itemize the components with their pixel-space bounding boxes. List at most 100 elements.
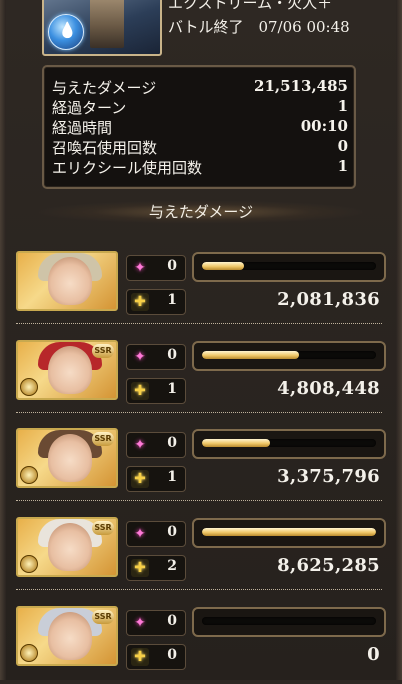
stat-row-time: 経過時間 00:10 [52, 117, 348, 137]
row-divider [16, 323, 382, 324]
character-face [48, 434, 92, 482]
damage-section-header: 与えたダメージ [30, 200, 372, 224]
damage-bar-fill [202, 528, 376, 536]
rank-icon [20, 466, 38, 484]
left-border [0, 0, 6, 680]
ougi-count: 0 [167, 258, 177, 274]
row-divider [16, 500, 382, 501]
character-portrait[interactable]: SSR [16, 428, 118, 488]
ability-icon: ✚ [131, 648, 149, 666]
stat-label: 経過ターン [52, 99, 127, 117]
character-row[interactable]: SSR ✦ 0 ✚ 2 8,625,285 [16, 517, 388, 595]
stat-row-turns: 経過ターン 1 [52, 97, 348, 117]
damage-bar [192, 252, 386, 282]
stat-value: 0 [337, 137, 348, 155]
ability-counter: ✚ 1 [126, 378, 186, 404]
character-portrait[interactable]: SSR [16, 517, 118, 577]
rank-icon [20, 378, 38, 396]
sparkle-icon: ✦ [134, 526, 146, 542]
ougi-count: 0 [167, 347, 177, 363]
water-element-icon [48, 14, 84, 50]
character-face [48, 523, 92, 571]
stat-label: エリクシール使用回数 [52, 159, 203, 177]
row-divider [16, 412, 382, 413]
ougi-counter: ✦ 0 [126, 255, 186, 281]
character-portrait[interactable]: SSR [16, 606, 118, 666]
rank-icon [20, 555, 38, 573]
sparkle-icon: ✦ [134, 260, 146, 276]
stat-label: 経過時間 [52, 119, 113, 137]
ability-icon: ✚ [131, 382, 149, 400]
stat-row-elixirs: エリクシール使用回数 1 [52, 157, 348, 177]
ougi-counter: ✦ 0 [126, 610, 186, 636]
damage-bar [192, 341, 386, 371]
ssr-badge: SSR [92, 610, 114, 624]
character-face [48, 612, 92, 660]
quest-thumbnail [42, 0, 162, 56]
ssr-badge: SSR [92, 521, 114, 535]
ougi-counter: ✦ 0 [126, 344, 186, 370]
damage-value: 8,625,285 [277, 555, 380, 576]
quest-boss-figure [90, 0, 124, 48]
ability-counter: ✚ 0 [126, 644, 186, 670]
character-row[interactable]: SSR ✦ 0 ✚ 0 0 [16, 606, 388, 684]
character-row[interactable]: ✦ 0 ✚ 1 2,081,836 [16, 251, 388, 329]
damage-bar-track [202, 439, 376, 447]
ability-counter: ✚ 1 [126, 289, 186, 315]
sparkle-icon: ✦ [134, 349, 146, 365]
stat-label: 召喚石使用回数 [52, 139, 158, 157]
rank-icon [20, 644, 38, 662]
ougi-counter: ✦ 0 [126, 432, 186, 458]
right-border [396, 0, 402, 680]
character-row[interactable]: SSR ✦ 0 ✚ 1 4,808,448 [16, 340, 388, 418]
character-row[interactable]: SSR ✦ 0 ✚ 1 3,375,796 [16, 428, 388, 506]
ability-icon: ✚ [131, 470, 149, 488]
damage-bar-track [202, 528, 376, 536]
damage-bar-track [202, 262, 376, 270]
damage-bar-track [202, 351, 376, 359]
battle-status: バトル終了 07/06 00:48 [168, 18, 350, 36]
ability-icon: ✚ [131, 293, 149, 311]
ssr-badge: SSR [92, 344, 114, 358]
stat-value: 21,513,485 [254, 77, 348, 95]
ability-count: 0 [167, 647, 177, 663]
damage-bar [192, 518, 386, 548]
stat-row-summons: 召喚石使用回数 0 [52, 137, 348, 157]
damage-bar-fill [202, 351, 300, 359]
stat-value: 00:10 [300, 117, 348, 135]
sparkle-icon: ✦ [134, 615, 146, 631]
ougi-count: 0 [167, 524, 177, 540]
ability-count: 1 [167, 469, 177, 485]
character-portrait[interactable] [16, 251, 118, 311]
ability-counter: ✚ 2 [126, 555, 186, 581]
ougi-counter: ✦ 0 [126, 521, 186, 547]
ability-count: 1 [167, 292, 177, 308]
damage-bar-fill [202, 439, 270, 447]
stat-value: 1 [337, 157, 348, 175]
damage-bar [192, 607, 386, 637]
damage-bar [192, 429, 386, 459]
ability-count: 2 [167, 558, 177, 574]
sparkle-icon: ✦ [134, 437, 146, 453]
damage-value: 0 [367, 644, 380, 665]
ability-counter: ✚ 1 [126, 466, 186, 492]
damage-bar-fill [202, 262, 244, 270]
ability-icon: ✚ [131, 559, 149, 577]
stat-value: 1 [337, 97, 348, 115]
stat-label: 与えたダメージ [52, 79, 157, 97]
character-face [48, 346, 92, 394]
ability-count: 1 [167, 381, 177, 397]
quest-title: エクストリーム・火人＋ [168, 0, 333, 12]
stat-row-damage: 与えたダメージ 21,513,485 [52, 77, 348, 97]
battle-stats-panel: 与えたダメージ 21,513,485 経過ターン 1 経過時間 00:10 召喚… [42, 65, 356, 189]
damage-value: 3,375,796 [277, 466, 380, 487]
ougi-count: 0 [167, 613, 177, 629]
character-face [48, 257, 92, 305]
damage-value: 2,081,836 [277, 289, 380, 310]
damage-value: 4,808,448 [277, 378, 380, 399]
row-divider [16, 589, 382, 590]
ssr-badge: SSR [92, 432, 114, 446]
damage-bar-track [202, 617, 376, 625]
ougi-count: 0 [167, 435, 177, 451]
character-portrait[interactable]: SSR [16, 340, 118, 400]
